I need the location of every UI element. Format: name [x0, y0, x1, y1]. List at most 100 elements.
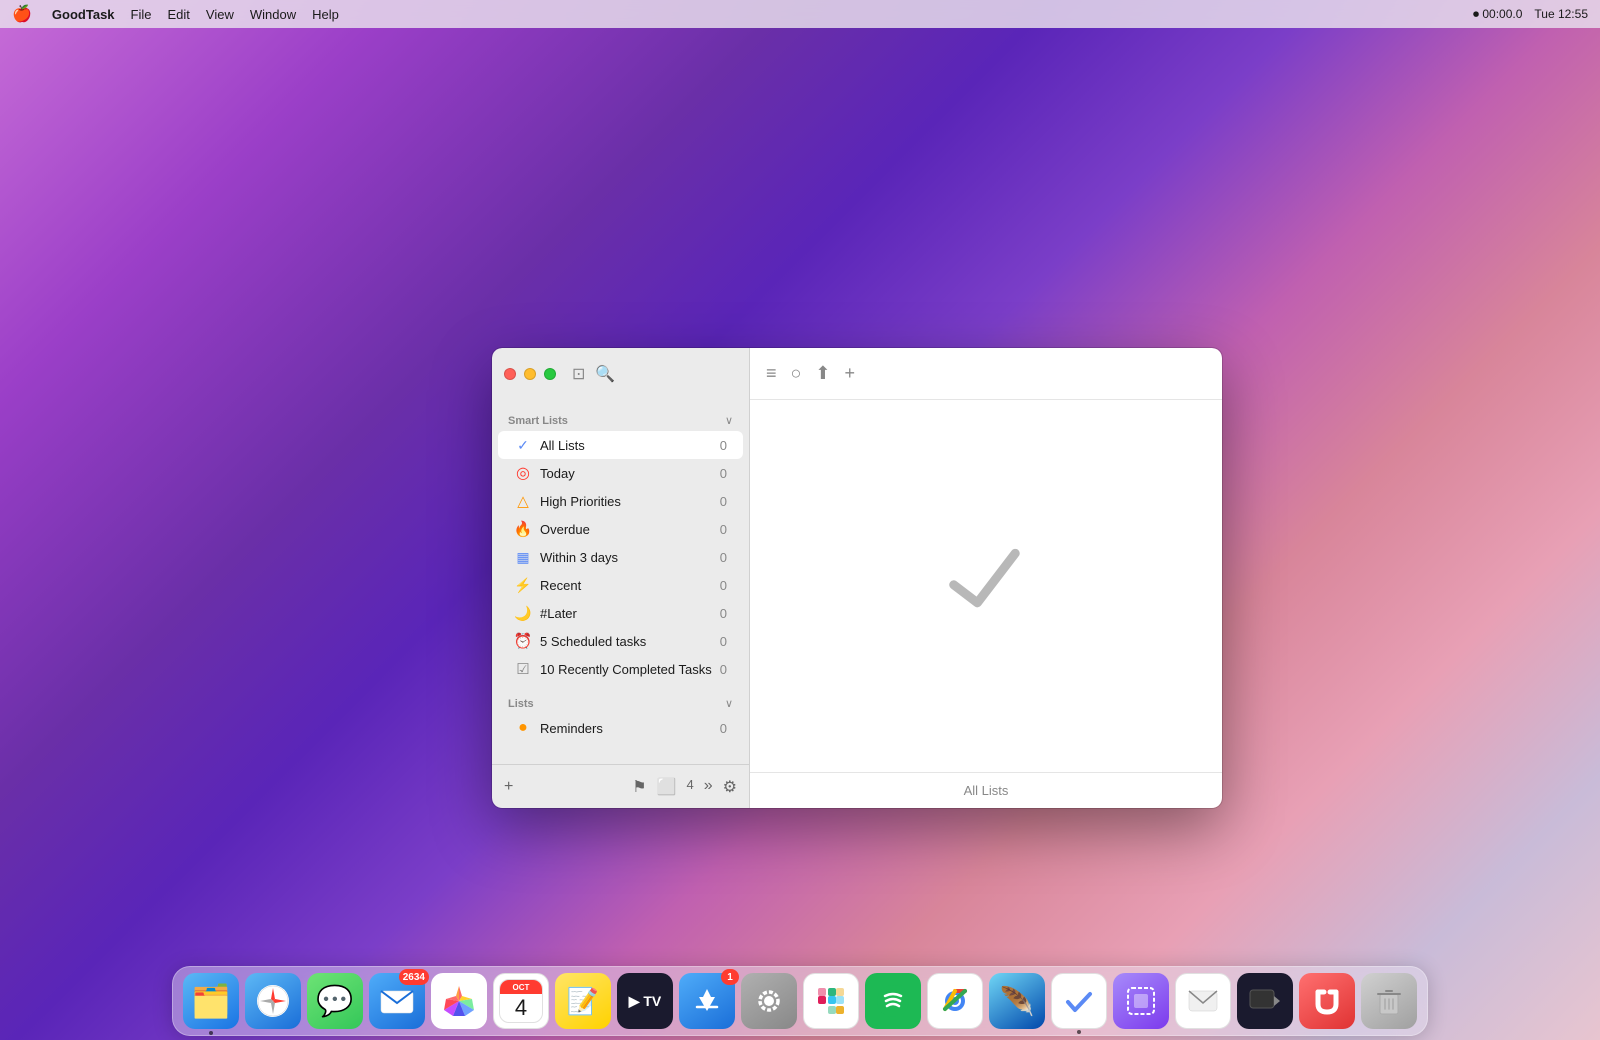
menubar: 🍎 GoodTask File Edit View Window Help ⏺ …: [0, 0, 1600, 28]
checkbox-icon[interactable]: ⬜: [657, 777, 677, 797]
dock-item-screensnap[interactable]: [1113, 973, 1169, 1029]
dock-item-messages[interactable]: 💬: [307, 973, 363, 1029]
clock: Tue 12:55: [1534, 7, 1588, 21]
main-toolbar: ≡ ○ ⬆ +: [750, 348, 1222, 400]
recording-indicator: ⏺ 00:00.0: [1473, 7, 1522, 22]
sidebar-item-all-lists[interactable]: ✓ All Lists 0: [498, 431, 743, 459]
menubar-left: 🍎 GoodTask File Edit View Window Help: [12, 4, 339, 24]
footer-label: All Lists: [964, 783, 1009, 798]
circle-icon[interactable]: ○: [791, 363, 802, 384]
menu-view[interactable]: View: [206, 7, 234, 22]
dock-dot-goodtask: [1077, 1030, 1081, 1034]
dock-item-chrome[interactable]: [927, 973, 983, 1029]
share-icon[interactable]: ⬆: [815, 363, 830, 384]
sidebar-item-reminders[interactable]: ● Reminders 0: [498, 714, 743, 742]
sidebar-item-recent[interactable]: ⚡ Recent 0: [498, 571, 743, 599]
recently-completed-count: 0: [720, 662, 727, 677]
scheduled-tasks-icon: ⏰: [514, 632, 532, 650]
lists-label: Lists: [508, 698, 534, 710]
more-icon[interactable]: »: [704, 777, 713, 797]
smart-lists-label: Smart Lists: [508, 415, 568, 427]
lists-section-header[interactable]: Lists ∨: [492, 691, 749, 714]
later-icon: 🌙: [514, 604, 532, 622]
menubar-right: ⏺ 00:00.0 Tue 12:55: [1473, 7, 1588, 22]
dock-item-tv[interactable]: ▶ TV: [617, 973, 673, 1029]
add-item-button[interactable]: +: [504, 778, 513, 796]
all-lists-icon: ✓: [514, 436, 532, 454]
dock-item-calendar[interactable]: OCT 4: [493, 973, 549, 1029]
sidebar-bottom-right-icons: ⚑ ⬜ 4 » ⚙: [632, 777, 737, 797]
search-icon[interactable]: 🔍: [595, 364, 615, 384]
menu-file[interactable]: File: [131, 7, 152, 22]
maximize-button[interactable]: [544, 368, 556, 380]
dock-item-magnet[interactable]: [1299, 973, 1355, 1029]
all-lists-count: 0: [720, 438, 727, 453]
recent-label: Recent: [540, 578, 712, 593]
sidebar-toolbar: ⊡ 🔍: [492, 348, 749, 400]
sidebar-toolbar-icons: ⊡ 🔍: [572, 364, 615, 384]
dock-item-mail[interactable]: 2634: [369, 973, 425, 1029]
dock-item-finder[interactable]: 🗂️: [183, 973, 239, 1029]
sidebar-item-recently-completed[interactable]: ☑ 10 Recently Completed Tasks 0: [498, 655, 743, 683]
high-priorities-count: 0: [720, 494, 727, 509]
all-lists-label: All Lists: [540, 438, 712, 453]
sidebar-item-today[interactable]: ◎ Today 0: [498, 459, 743, 487]
later-label: #Later: [540, 606, 712, 621]
overdue-icon: 🔥: [514, 520, 532, 538]
later-count: 0: [720, 606, 727, 621]
main-area: [750, 400, 1222, 772]
sidebar-toggle-icon[interactable]: ⊡: [572, 364, 585, 384]
reminders-icon: ●: [514, 719, 532, 737]
today-count: 0: [720, 466, 727, 481]
menu-window[interactable]: Window: [250, 7, 296, 22]
sidebar-item-scheduled-tasks[interactable]: ⏰ 5 Scheduled tasks 0: [498, 627, 743, 655]
dock-item-mail2[interactable]: [1175, 973, 1231, 1029]
within-3-days-label: Within 3 days: [540, 550, 712, 565]
mail-badge: 2634: [399, 969, 429, 985]
recently-completed-label: 10 Recently Completed Tasks: [540, 662, 712, 677]
within-3-days-icon: ▦: [514, 548, 532, 566]
dock-item-slack[interactable]: [803, 973, 859, 1029]
dock-item-aero[interactable]: 🪶: [989, 973, 1045, 1029]
close-button[interactable]: [504, 368, 516, 380]
dock-item-spotify[interactable]: [865, 973, 921, 1029]
dock-item-safari[interactable]: [245, 973, 301, 1029]
dock-item-settings[interactable]: [741, 973, 797, 1029]
minimize-button[interactable]: [524, 368, 536, 380]
smart-lists-chevron-icon: ∨: [725, 414, 733, 427]
dock-item-photos[interactable]: [431, 973, 487, 1029]
dock-item-trash[interactable]: [1361, 973, 1417, 1029]
sidebar-item-high-priorities[interactable]: △ High Priorities 0: [498, 487, 743, 515]
app-name[interactable]: GoodTask: [52, 7, 115, 22]
dock-item-notes[interactable]: 📝: [555, 973, 611, 1029]
dock-item-appstore[interactable]: 1: [679, 973, 735, 1029]
smart-lists-section-header[interactable]: Smart Lists ∨: [492, 408, 749, 431]
appstore-badge: 1: [721, 969, 739, 985]
dock-item-screenrecorder[interactable]: [1237, 973, 1293, 1029]
sidebar: ⊡ 🔍 Smart Lists ∨ ✓ All Lists 0 ◎ Today …: [492, 348, 750, 808]
flag-icon[interactable]: ⚑: [632, 777, 646, 797]
high-priorities-label: High Priorities: [540, 494, 712, 509]
hamburger-icon[interactable]: ≡: [766, 363, 777, 384]
overdue-label: Overdue: [540, 522, 712, 537]
sidebar-item-within-3-days[interactable]: ▦ Within 3 days 0: [498, 543, 743, 571]
dock-item-goodtask[interactable]: [1051, 973, 1107, 1029]
recent-icon: ⚡: [514, 576, 532, 594]
within-3-days-count: 0: [720, 550, 727, 565]
sidebar-item-later[interactable]: 🌙 #Later 0: [498, 599, 743, 627]
main-footer: All Lists: [750, 772, 1222, 808]
number-icon[interactable]: 4: [687, 777, 694, 797]
settings-icon[interactable]: ⚙: [723, 777, 737, 797]
add-button[interactable]: +: [844, 363, 855, 384]
apple-menu[interactable]: 🍎: [12, 4, 32, 24]
reminders-count: 0: [720, 721, 727, 736]
dock: 🗂️ 💬 2634: [172, 966, 1428, 1036]
app-window: ⊡ 🔍 Smart Lists ∨ ✓ All Lists 0 ◎ Today …: [492, 348, 1222, 808]
sidebar-item-overdue[interactable]: 🔥 Overdue 0: [498, 515, 743, 543]
scheduled-tasks-count: 0: [720, 634, 727, 649]
menu-help[interactable]: Help: [312, 7, 339, 22]
recent-count: 0: [720, 578, 727, 593]
lists-chevron-icon: ∨: [725, 697, 733, 710]
menu-edit[interactable]: Edit: [167, 7, 189, 22]
sidebar-bottom-toolbar: + ⚑ ⬜ 4 » ⚙: [492, 764, 749, 808]
